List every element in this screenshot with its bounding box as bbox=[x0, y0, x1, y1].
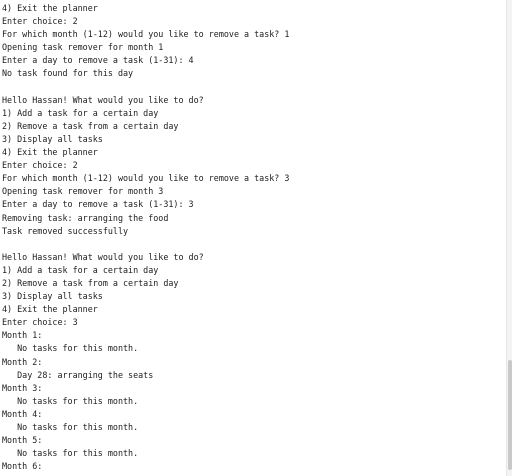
console-line: Removing task: arranging the food bbox=[2, 212, 169, 223]
console-line: Enter choice: 2 bbox=[2, 16, 78, 27]
vertical-scrollbar[interactable] bbox=[506, 0, 512, 476]
console-line: Day 28: arranging the seats bbox=[2, 369, 154, 380]
console-line: Task removed successfully bbox=[2, 225, 129, 236]
console-line: 4) Exit the planner bbox=[2, 3, 98, 13]
console-line: 1) Add a task for a certain day bbox=[2, 264, 159, 275]
console-line: Enter choice: 3 bbox=[2, 317, 78, 328]
console-line: Month 6: bbox=[2, 461, 43, 472]
console-line: For which month (1-12) would you like to… bbox=[2, 173, 290, 184]
console-line: 2) Remove a task from a certain day bbox=[2, 277, 179, 288]
console-line: Hello Hassan! What would you like to do? bbox=[2, 251, 204, 262]
console-line: 4) Exit the planner bbox=[2, 304, 98, 315]
console-line: 4) Exit the planner bbox=[2, 147, 98, 158]
console-line: Opening task remover for month 1 bbox=[2, 42, 164, 53]
console-line: No task found for this day bbox=[2, 68, 134, 79]
console-line: No tasks for this month. bbox=[2, 422, 139, 432]
console-line: No tasks for this month. bbox=[2, 395, 139, 406]
console-line: Month 5: bbox=[2, 435, 43, 446]
console-line: Month 1: bbox=[2, 330, 43, 341]
console-line: For which month (1-12) would you like to… bbox=[2, 29, 290, 40]
console-output: 4) Exit the planner Enter choice: 2 For … bbox=[2, 2, 289, 473]
console-line: 2) Remove a task from a certain day bbox=[2, 120, 179, 131]
console-line: Opening task remover for month 3 bbox=[2, 186, 164, 197]
console-line: Month 2: bbox=[2, 356, 43, 367]
console-line: Enter a day to remove a task (1-31): 4 bbox=[2, 55, 194, 66]
console-line: 3) Display all tasks bbox=[2, 133, 103, 144]
console-line: Month 3: bbox=[2, 382, 43, 393]
console-line: 1) Add a task for a certain day bbox=[2, 107, 159, 118]
console-line: Enter choice: 2 bbox=[2, 160, 78, 171]
console-line: Hello Hassan! What would you like to do? bbox=[2, 94, 204, 105]
console-line: No tasks for this month. bbox=[2, 343, 139, 354]
console-window[interactable]: 4) Exit the planner Enter choice: 2 For … bbox=[0, 0, 506, 476]
console-line: 3) Display all tasks bbox=[2, 291, 103, 302]
console-line: Enter a day to remove a task (1-31): 3 bbox=[2, 199, 194, 210]
scrollbar-thumb[interactable] bbox=[508, 360, 512, 470]
console-line: No tasks for this month. bbox=[2, 448, 139, 459]
console-line: Month 4: bbox=[2, 408, 43, 419]
